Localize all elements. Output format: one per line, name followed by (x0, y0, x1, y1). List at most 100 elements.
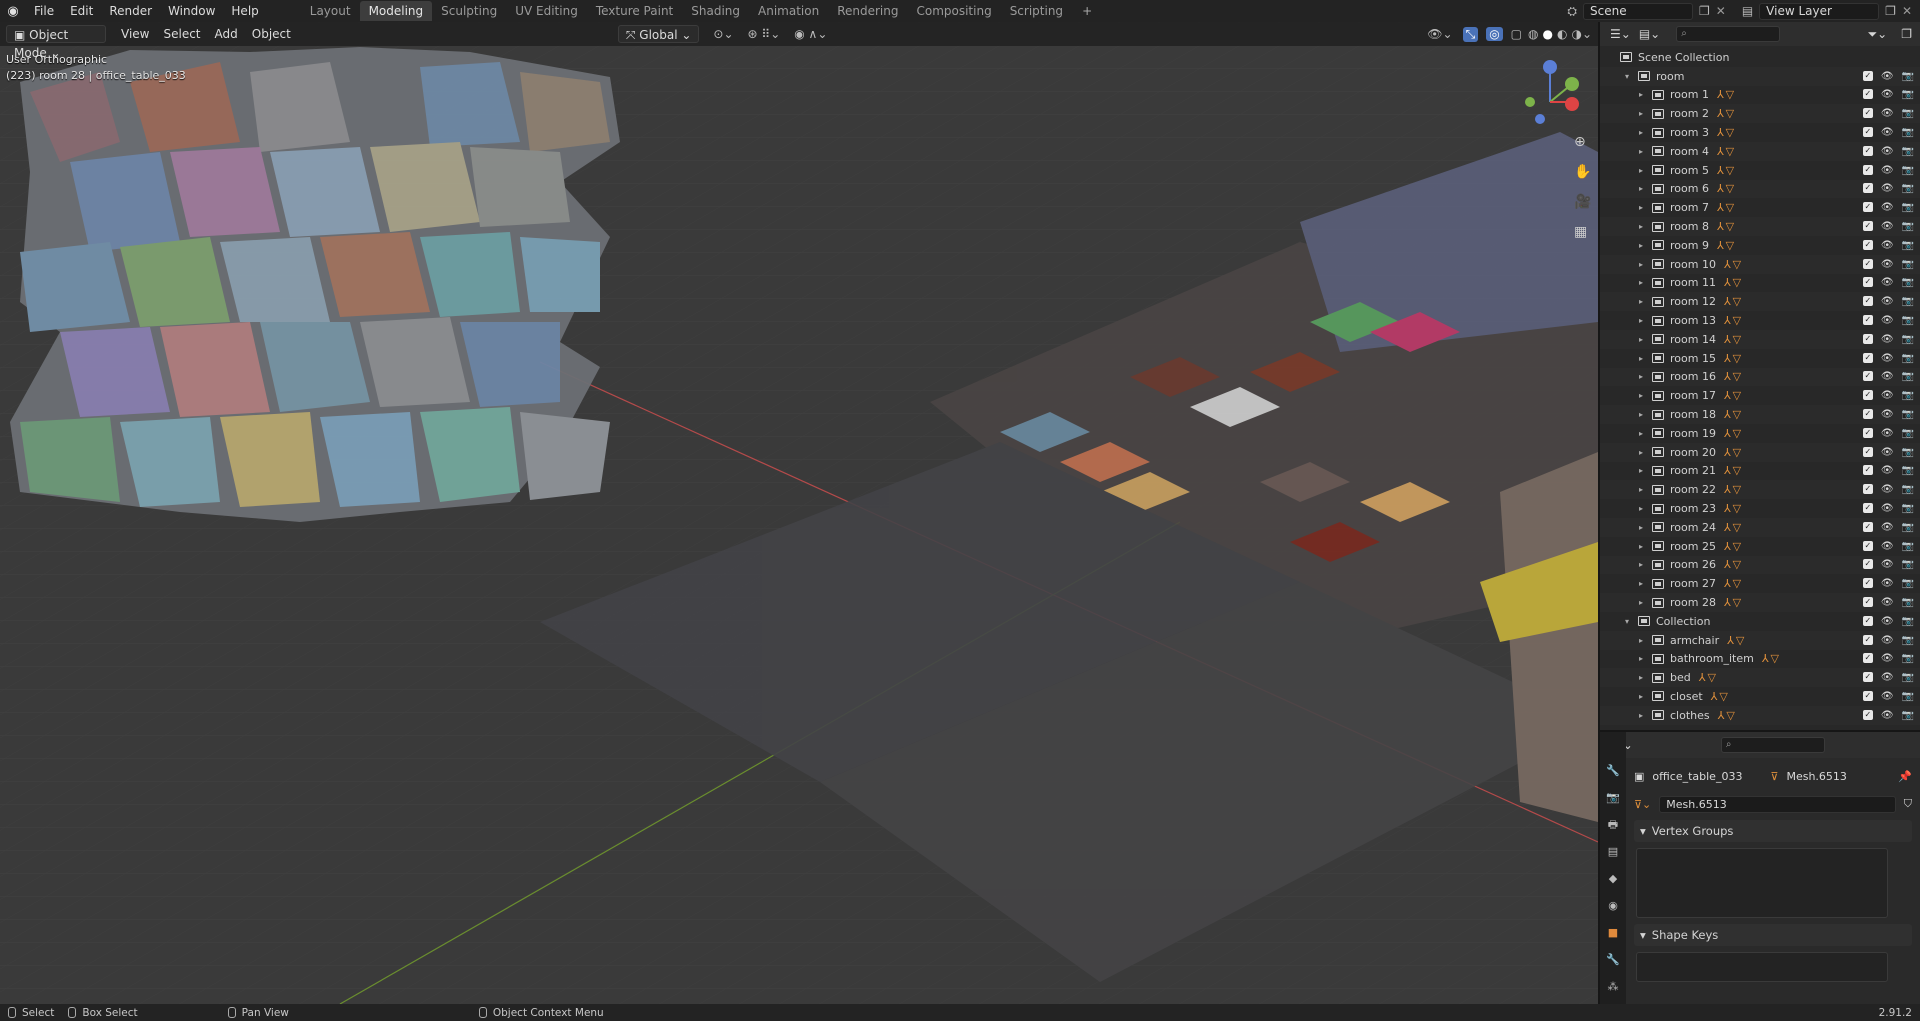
eye-icon[interactable]: 👁 (1881, 371, 1894, 382)
exclude-checkbox[interactable]: ✓ (1862, 559, 1873, 570)
eye-icon[interactable]: 👁 (1881, 484, 1894, 495)
expand-right-icon[interactable]: ▸ (1636, 711, 1646, 720)
render-camera-icon[interactable]: 📷 (1902, 616, 1914, 627)
eye-icon[interactable]: 👁 (1881, 428, 1894, 439)
child-objects-icon[interactable]: ⅄▽ (1724, 427, 1743, 440)
expand-right-icon[interactable]: ▸ (1636, 504, 1646, 513)
tab-rendering[interactable]: Rendering (828, 1, 907, 21)
properties-search-input[interactable]: ⌕ (1720, 737, 1825, 753)
exclude-checkbox[interactable]: ✓ (1862, 521, 1873, 532)
eye-icon[interactable]: 👁 (1881, 296, 1894, 307)
menu-render[interactable]: Render (101, 0, 160, 22)
outliner-row[interactable]: ▸ room 8 ⅄▽ ✓ 👁 📷 (1600, 217, 1920, 236)
exclude-checkbox[interactable]: ✓ (1862, 672, 1873, 683)
exclude-checkbox[interactable]: ✓ (1862, 634, 1873, 645)
render-camera-icon[interactable]: 📷 (1902, 146, 1914, 157)
exclude-checkbox[interactable]: ✓ (1862, 465, 1873, 476)
delete-view-layer-icon[interactable]: ✕ (1902, 4, 1912, 18)
eye-icon[interactable]: 👁 (1881, 202, 1894, 213)
render-camera-icon[interactable]: 📷 (1902, 578, 1914, 589)
render-camera-icon[interactable]: 📷 (1902, 259, 1914, 270)
eye-icon[interactable]: 👁 (1881, 653, 1894, 664)
child-objects-icon[interactable]: ⅄▽ (1717, 88, 1736, 101)
outliner-row[interactable]: ▸ room 15 ⅄▽ ✓ 👁 📷 (1600, 349, 1920, 368)
eye-icon[interactable]: 👁 (1881, 672, 1894, 683)
expand-right-icon[interactable]: ▸ (1636, 485, 1646, 494)
eye-icon[interactable]: 👁 (1881, 578, 1894, 589)
eye-icon[interactable]: 👁 (1881, 165, 1894, 176)
outliner-row[interactable]: ▸ armchair ⅄▽ ✓ 👁 📷 (1600, 630, 1920, 650)
exclude-checkbox[interactable]: ✓ (1862, 709, 1873, 720)
eye-icon[interactable]: 👁 (1881, 353, 1894, 364)
tab-modeling[interactable]: Modeling (359, 1, 433, 21)
outliner-row[interactable]: ▸ room 21 ⅄▽ ✓ 👁 📷 (1600, 462, 1920, 481)
outliner-row[interactable]: ▸ room 20 ⅄▽ ✓ 👁 📷 (1600, 442, 1920, 462)
eye-icon[interactable]: 👁 (1881, 447, 1894, 458)
eye-icon[interactable]: 👁 (1881, 710, 1894, 721)
camera-icon[interactable]: 🎥 (1574, 194, 1591, 210)
exclude-checkbox[interactable]: ✓ (1862, 202, 1873, 213)
render-camera-icon[interactable]: 📷 (1902, 277, 1914, 288)
child-objects-icon[interactable]: ⅄▽ (1724, 258, 1743, 271)
3d-viewport[interactable]: ▣ Object Mode ⌄ View Select Add Object ⤧ Gl… (0, 22, 1598, 1004)
expand-right-icon[interactable]: ▸ (1636, 542, 1646, 551)
child-objects-icon[interactable]: ⅄▽ (1718, 709, 1737, 722)
expand-right-icon[interactable]: ▸ (1636, 692, 1646, 701)
exclude-checkbox[interactable]: ✓ (1862, 164, 1873, 175)
child-objects-icon[interactable]: ⅄▽ (1724, 446, 1743, 459)
render-camera-icon[interactable]: 📷 (1902, 89, 1914, 100)
exclude-checkbox[interactable]: ✓ (1862, 296, 1873, 307)
scene-collection-row[interactable]: Scene Collection (1600, 48, 1920, 67)
expand-right-icon[interactable]: ▸ (1636, 391, 1646, 400)
exclude-checkbox[interactable]: ✓ (1862, 315, 1873, 326)
eye-icon[interactable]: 👁 (1881, 259, 1894, 270)
exclude-checkbox[interactable]: ✓ (1862, 333, 1873, 344)
render-camera-icon[interactable]: 📷 (1902, 165, 1914, 176)
expand-right-icon[interactable]: ▸ (1636, 335, 1646, 344)
outliner-row[interactable]: ▸ room 13 ⅄▽ ✓ 👁 📷 (1600, 311, 1920, 330)
outliner-row[interactable]: ▸ room 9 ⅄▽ ✓ 👁 📷 (1600, 236, 1920, 255)
world-tab-icon[interactable]: ◉ (1604, 897, 1622, 915)
mode-dropdown[interactable]: ▣ Object Mode ⌄ (6, 25, 106, 60)
render-camera-icon[interactable]: 📷 (1902, 202, 1914, 213)
outliner-row[interactable]: ▸ room 4 ⅄▽ ✓ 👁 📷 (1600, 141, 1920, 161)
render-camera-icon[interactable]: 📷 (1902, 541, 1914, 552)
exclude-checkbox[interactable]: ✓ (1862, 145, 1873, 156)
render-camera-icon[interactable]: 📷 (1902, 353, 1914, 364)
exclude-checkbox[interactable]: ✓ (1862, 578, 1873, 589)
outliner-row[interactable]: ▸ room 26 ⅄▽ ✓ 👁 📷 (1600, 555, 1920, 575)
overlay-toggle-icon[interactable]: ◎ (1486, 27, 1503, 41)
child-objects-icon[interactable]: ⅄▽ (1717, 126, 1736, 139)
child-objects-icon[interactable]: ⅄▽ (1717, 107, 1736, 120)
exclude-checkbox[interactable]: ✓ (1862, 371, 1873, 382)
particles-tab-icon[interactable]: ⁂ (1604, 978, 1622, 996)
outliner-row[interactable]: ▾ room ✓ 👁 📷 (1600, 66, 1920, 86)
mesh-data-field[interactable]: Mesh.6513 (1659, 795, 1896, 813)
tab-animation[interactable]: Animation (749, 1, 828, 21)
outliner-row[interactable]: ▸ room 17 ⅄▽ ✓ 👁 📷 (1600, 386, 1920, 405)
viewport-menu-select[interactable]: Select (156, 25, 207, 43)
exclude-checkbox[interactable]: ✓ (1862, 127, 1873, 138)
outliner-row[interactable]: ▸ room 12 ⅄▽ ✓ 👁 📷 (1600, 292, 1920, 312)
blender-logo-icon[interactable]: ◉ (0, 0, 26, 22)
exclude-checkbox[interactable]: ✓ (1862, 615, 1873, 626)
delete-scene-icon[interactable]: ✕ (1716, 4, 1726, 18)
eye-icon[interactable]: 👁 (1881, 503, 1894, 514)
outliner-row[interactable]: ▸ room 14 ⅄▽ ✓ 👁 📷 (1600, 329, 1920, 349)
shading-rendered-icon[interactable]: ◑⌄ (1571, 27, 1592, 41)
outliner-row[interactable]: ▸ room 1 ⅄▽ ✓ 👁 📷 (1600, 86, 1920, 105)
render-camera-icon[interactable]: 📷 (1902, 635, 1914, 646)
viewport-menu-view[interactable]: View (114, 25, 156, 43)
tab-compositing[interactable]: Compositing (907, 1, 1000, 21)
gizmo-toggle-icon[interactable]: ⤡ (1462, 26, 1479, 42)
shape-keys-list[interactable] (1636, 952, 1888, 982)
render-camera-icon[interactable]: 📷 (1902, 315, 1914, 326)
filter-icon[interactable]: ⏷⌄ (1868, 27, 1888, 42)
exclude-checkbox[interactable]: ✓ (1862, 484, 1873, 495)
pin-icon[interactable]: 📌 (1898, 770, 1912, 783)
xray-icon[interactable]: ▢ (1511, 27, 1522, 41)
render-camera-icon[interactable]: 📷 (1902, 465, 1914, 476)
child-objects-icon[interactable]: ⅄▽ (1717, 220, 1736, 233)
eye-icon[interactable]: 👁 (1881, 522, 1894, 533)
expand-right-icon[interactable]: ▸ (1636, 560, 1646, 569)
